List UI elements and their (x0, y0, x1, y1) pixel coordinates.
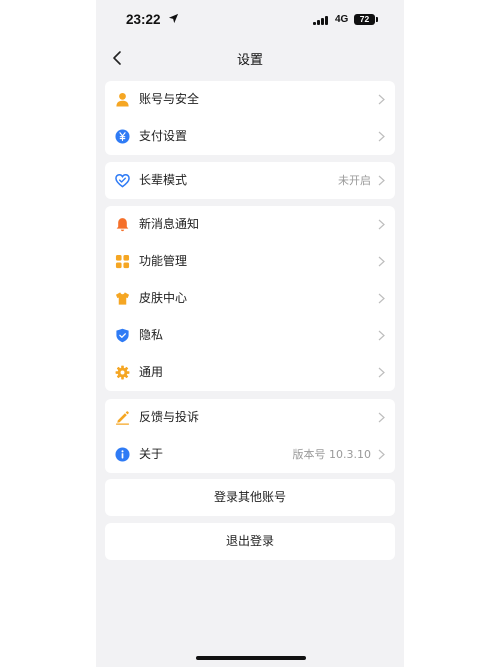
chevron-right-icon (378, 412, 385, 423)
pencil-icon (115, 411, 130, 425)
general-settings-group: 新消息通知 功能管理 皮肤中心 隐私 通用 (105, 206, 395, 391)
logout-button[interactable]: 退出登录 (105, 523, 395, 560)
phone-screen: 23:22 4G 72 设置 账号与安全 支付设置 长辈模式 未开启 新消息通知… (96, 0, 404, 667)
chevron-right-icon (378, 94, 385, 105)
account-group: 账号与安全 支付设置 (105, 81, 395, 155)
page-title: 设置 (236, 53, 263, 68)
status-time: 23:22 (126, 12, 161, 27)
row-label: 隐私 (139, 328, 164, 342)
bell-icon (116, 218, 129, 232)
network-type: 4G (335, 14, 349, 25)
row-label: 功能管理 (139, 254, 188, 268)
yuan-icon (115, 129, 130, 144)
elder-mode-status: 未开启 (338, 174, 371, 187)
about-group: 反馈与投诉 关于 版本号 10.3.10 (105, 399, 395, 473)
switch-account-button[interactable]: 登录其他账号 (105, 479, 395, 516)
grid-icon (115, 254, 130, 269)
chevron-right-icon (378, 449, 385, 460)
home-indicator[interactable] (196, 656, 306, 660)
chevron-right-icon (378, 131, 385, 142)
settings-item-account-security[interactable]: 账号与安全 (105, 81, 395, 118)
settings-item-skin-center[interactable]: 皮肤中心 (105, 280, 395, 317)
chevron-right-icon (378, 256, 385, 267)
row-label: 账号与安全 (139, 92, 200, 106)
chevron-right-icon (378, 175, 385, 186)
settings-item-general[interactable]: 通用 (105, 354, 395, 391)
settings-item-elder-mode[interactable]: 长辈模式 未开启 (105, 162, 395, 199)
settings-item-notifications[interactable]: 新消息通知 (105, 206, 395, 243)
location-arrow-icon (168, 13, 179, 24)
settings-item-about[interactable]: 关于 版本号 10.3.10 (105, 436, 395, 473)
row-label: 皮肤中心 (139, 291, 188, 305)
row-label: 关于 (139, 447, 164, 461)
info-icon (115, 447, 130, 462)
row-label: 通用 (139, 365, 164, 379)
row-label: 长辈模式 (139, 173, 188, 187)
logout-label: 退出登录 (225, 534, 274, 548)
chevron-right-icon (378, 219, 385, 230)
chevron-right-icon (378, 330, 385, 341)
shield-icon (116, 328, 129, 343)
version-number: 版本号 10.3.10 (292, 448, 371, 461)
switch-account-label: 登录其他账号 (213, 490, 286, 504)
settings-item-payment[interactable]: 支付设置 (105, 118, 395, 155)
row-label: 支付设置 (139, 129, 188, 143)
user-icon (116, 92, 129, 107)
shirt-icon (115, 292, 130, 305)
row-label: 新消息通知 (139, 217, 200, 231)
elder-mode-group: 长辈模式 未开启 (105, 162, 395, 199)
settings-item-feedback[interactable]: 反馈与投诉 (105, 399, 395, 436)
settings-item-feature-management[interactable]: 功能管理 (105, 243, 395, 280)
settings-item-privacy[interactable]: 隐私 (105, 317, 395, 354)
heart-icon (115, 173, 130, 188)
battery-icon: 72 (354, 14, 375, 25)
signal-icon (313, 15, 329, 25)
status-bar: 23:22 4G 72 (96, 0, 404, 40)
gear-icon (115, 365, 130, 380)
row-label: 反馈与投诉 (139, 410, 200, 424)
chevron-right-icon (378, 293, 385, 304)
chevron-right-icon (378, 367, 385, 378)
